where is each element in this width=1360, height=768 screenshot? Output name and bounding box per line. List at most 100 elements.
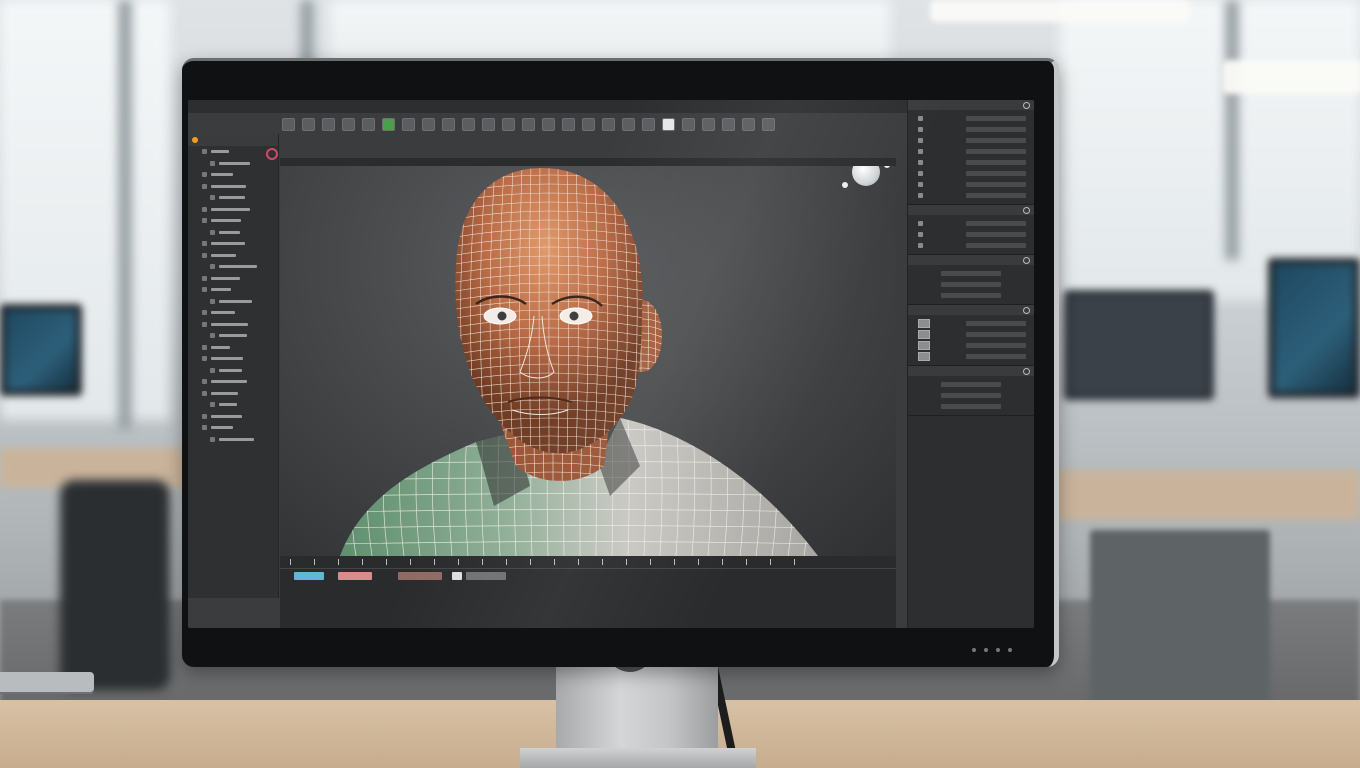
toolbar-button[interactable] [620, 118, 637, 133]
outliner-item[interactable] [188, 273, 278, 285]
toolbar-button[interactable] [340, 118, 357, 133]
toolbar-button[interactable] [480, 118, 497, 133]
outliner-item[interactable] [188, 434, 278, 446]
checkbox-icon[interactable] [918, 116, 923, 121]
property-row[interactable] [912, 240, 1030, 251]
property-row[interactable] [912, 218, 1030, 229]
toolbar-button[interactable] [460, 118, 477, 133]
outliner-item[interactable] [188, 296, 278, 308]
outliner-item[interactable] [188, 342, 278, 354]
property-field[interactable] [966, 343, 1026, 348]
property-field[interactable] [966, 332, 1026, 337]
color-swatch[interactable] [918, 352, 930, 361]
checkbox-icon[interactable] [918, 171, 923, 176]
property-field[interactable] [966, 138, 1026, 143]
wireframe-head-model[interactable] [280, 166, 896, 556]
property-field[interactable] [941, 404, 1001, 409]
property-field[interactable] [941, 282, 1001, 287]
property-field[interactable] [966, 149, 1026, 154]
toolbar-button[interactable] [760, 118, 777, 133]
property-row[interactable] [912, 124, 1030, 135]
property-field[interactable] [966, 182, 1026, 187]
checkbox-icon[interactable] [918, 221, 923, 226]
property-row[interactable] [912, 146, 1030, 157]
toolbar-button[interactable] [280, 118, 297, 133]
property-row[interactable] [912, 318, 1030, 329]
outliner-item[interactable] [188, 215, 278, 227]
toolbar-button[interactable] [400, 118, 417, 133]
outliner-item[interactable] [188, 169, 278, 181]
property-field[interactable] [941, 382, 1001, 387]
toolbar-button[interactable] [700, 118, 717, 133]
toolbar-button[interactable] [420, 118, 437, 133]
property-field[interactable] [966, 232, 1026, 237]
outliner-item[interactable] [188, 330, 278, 342]
panel-section-header[interactable] [908, 205, 1034, 215]
outliner-item[interactable] [188, 261, 278, 273]
toolbar-button[interactable] [660, 118, 677, 133]
outliner-item[interactable] [188, 284, 278, 296]
checkbox-icon[interactable] [918, 160, 923, 165]
gear-icon[interactable] [1023, 206, 1030, 214]
checkbox-icon[interactable] [918, 127, 923, 132]
toolbar-button[interactable] [360, 118, 377, 133]
timeline-clip[interactable] [294, 572, 324, 580]
outliner-item[interactable] [188, 376, 278, 388]
outliner-item[interactable] [188, 250, 278, 262]
property-field[interactable] [966, 321, 1026, 326]
property-field[interactable] [966, 221, 1026, 226]
property-field[interactable] [966, 171, 1026, 176]
toolbar-button[interactable] [720, 118, 737, 133]
property-row[interactable] [912, 157, 1030, 168]
timeline-clip[interactable] [466, 572, 506, 580]
toolbar-button[interactable] [440, 118, 457, 133]
outliner-item[interactable] [188, 192, 278, 204]
toolbar-button[interactable] [380, 118, 397, 133]
outliner-item[interactable] [188, 422, 278, 434]
checkbox-icon[interactable] [918, 193, 923, 198]
property-row[interactable] [912, 229, 1030, 240]
gear-icon[interactable] [1023, 306, 1030, 314]
outliner-item[interactable] [188, 399, 278, 411]
property-row[interactable] [912, 179, 1030, 190]
toolbar-button[interactable] [540, 118, 557, 133]
checkbox-icon[interactable] [918, 232, 923, 237]
outliner-item[interactable] [188, 365, 278, 377]
3d-viewport[interactable] [280, 166, 896, 556]
gear-icon[interactable] [1023, 367, 1030, 375]
toolbar-button[interactable] [580, 118, 597, 133]
property-field[interactable] [941, 271, 1001, 276]
outliner-item[interactable] [188, 146, 278, 158]
property-row[interactable] [912, 401, 1030, 412]
outliner-item[interactable] [188, 158, 278, 170]
outliner-item[interactable] [188, 411, 278, 423]
property-field[interactable] [966, 127, 1026, 132]
color-swatch[interactable] [918, 319, 930, 328]
record-indicator-icon[interactable] [266, 148, 278, 160]
gear-icon[interactable] [1023, 256, 1030, 264]
color-swatch[interactable] [918, 341, 930, 350]
property-row[interactable] [912, 290, 1030, 301]
property-field[interactable] [966, 193, 1026, 198]
property-field[interactable] [941, 393, 1001, 398]
property-row[interactable] [912, 135, 1030, 146]
outliner-item[interactable] [188, 388, 278, 400]
panel-section-header[interactable] [908, 255, 1034, 265]
toolbar-button[interactable] [320, 118, 337, 133]
gear-icon[interactable] [1023, 101, 1030, 109]
property-row[interactable] [912, 168, 1030, 179]
timeline-ruler[interactable] [280, 556, 896, 569]
property-field[interactable] [941, 293, 1001, 298]
timeline-clip[interactable] [398, 572, 442, 580]
timeline-clip[interactable] [452, 572, 462, 580]
property-row[interactable] [912, 351, 1030, 362]
outliner-item[interactable] [188, 238, 278, 250]
property-field[interactable] [966, 354, 1026, 359]
panel-section-header[interactable] [908, 305, 1034, 315]
property-row[interactable] [912, 268, 1030, 279]
property-field[interactable] [966, 243, 1026, 248]
property-row[interactable] [912, 340, 1030, 351]
toolbar-button[interactable] [520, 118, 537, 133]
property-field[interactable] [966, 160, 1026, 165]
property-row[interactable] [912, 279, 1030, 290]
